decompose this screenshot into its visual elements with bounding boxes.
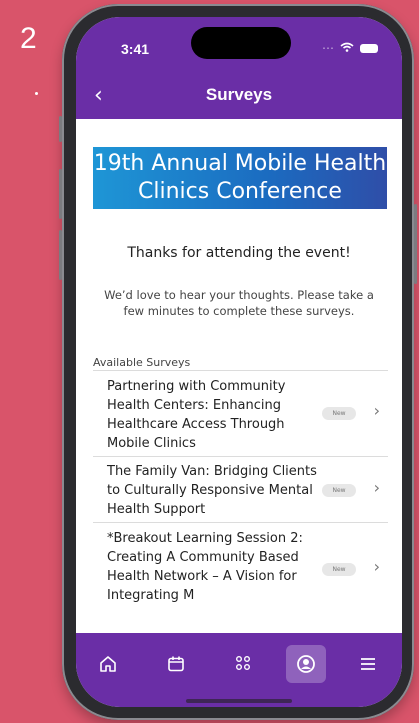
menu-icon (361, 658, 375, 670)
calendar-icon (168, 656, 184, 672)
tab-bar (76, 633, 402, 707)
survey-item[interactable]: The Family Van: Bridging Clients to Cult… (93, 456, 388, 523)
app-screen: 3:41 ⋯ ‹ Surveys 19th Annual Mobile Heal… (76, 17, 402, 707)
survey-title: *Breakout Learning Session 2: Creating A… (107, 531, 303, 603)
status-time: 3:41 (121, 41, 150, 57)
survey-item[interactable]: *Breakout Learning Session 2: Creating A… (93, 522, 388, 609)
wifi-icon (340, 41, 354, 55)
home-icon (100, 656, 116, 672)
bullet-dot (35, 92, 38, 95)
slide-number: 2 (20, 22, 37, 55)
chevron-right-icon: › (373, 401, 380, 420)
new-badge: New (322, 484, 356, 497)
page-title: Surveys (205, 85, 273, 104)
signal-icon: ⋯ (322, 41, 334, 55)
nav-bar: ‹ Surveys (76, 73, 402, 119)
survey-title: The Family Van: Bridging Clients to Cult… (107, 464, 317, 517)
survey-note: We’d love to hear your thoughts. Please … (104, 288, 374, 318)
new-badge: New (322, 563, 356, 576)
chevron-right-icon: › (373, 478, 380, 497)
survey-item[interactable]: Partnering with Community Health Centers… (93, 370, 388, 457)
people-icon (236, 656, 250, 670)
section-label: Available Surveys (93, 356, 191, 369)
status-bar: 3:41 ⋯ (76, 17, 402, 73)
tab-menu[interactable] (348, 645, 388, 683)
new-badge: New (322, 407, 356, 420)
chevron-right-icon: › (373, 557, 380, 576)
battery-icon (360, 43, 378, 53)
thanks-message: Thanks for attending the event! (127, 245, 351, 261)
dynamic-island (191, 27, 291, 59)
banner-line-1: 19th Annual Mobile Health (93, 151, 387, 176)
home-indicator (186, 699, 292, 703)
conference-banner: 19th Annual Mobile Health Clinics Confer… (93, 147, 387, 209)
tab-calendar[interactable] (156, 645, 196, 683)
status-icons: ⋯ (322, 41, 378, 55)
tab-profile[interactable] (286, 645, 326, 683)
profile-icon (297, 655, 315, 673)
survey-title: Partnering with Community Health Centers… (107, 379, 286, 451)
tab-home[interactable] (88, 645, 128, 683)
banner-line-2: Clinics Conference (138, 179, 342, 204)
tab-people[interactable] (223, 645, 263, 683)
